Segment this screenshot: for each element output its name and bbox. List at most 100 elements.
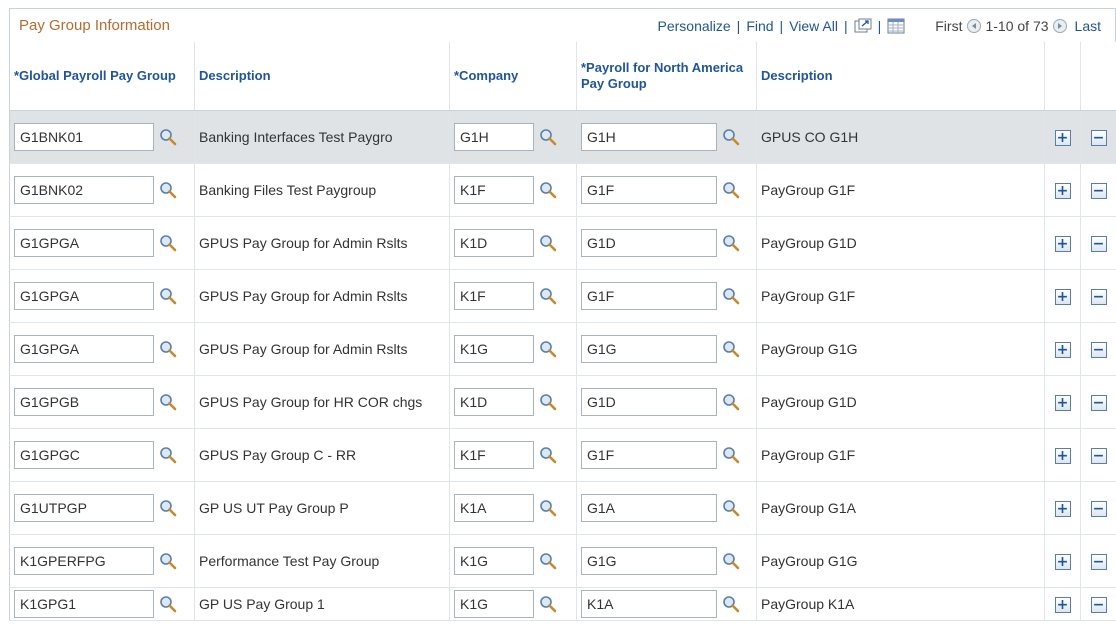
na-pay-group-input[interactable] <box>581 388 717 416</box>
magnifying-glass-icon[interactable] <box>159 392 179 412</box>
magnifying-glass-icon[interactable] <box>722 180 742 200</box>
global-pay-group-input[interactable] <box>14 441 154 469</box>
global-pay-group-input[interactable] <box>14 590 154 618</box>
find-link[interactable]: Find <box>746 18 773 34</box>
company-input[interactable] <box>454 441 534 469</box>
company-input[interactable] <box>454 229 534 257</box>
na-pay-group-input[interactable] <box>581 335 717 363</box>
na-pay-group-input[interactable] <box>581 282 717 310</box>
magnifying-glass-icon[interactable] <box>722 551 742 571</box>
na-pay-group-input[interactable] <box>581 441 717 469</box>
na-pay-group-input[interactable] <box>581 176 717 204</box>
company-input[interactable] <box>454 282 534 310</box>
magnifying-glass-icon[interactable] <box>159 339 179 359</box>
na-pay-group-input[interactable] <box>581 547 717 575</box>
company-input[interactable] <box>454 590 534 618</box>
na-pay-group-input[interactable] <box>581 123 717 151</box>
next-arrow-icon[interactable] <box>1052 18 1067 33</box>
add-row-cell: + <box>1044 534 1081 588</box>
global-pay-group-input[interactable] <box>14 547 154 575</box>
first-link[interactable]: First <box>935 18 962 34</box>
magnifying-glass-icon[interactable] <box>159 551 179 571</box>
magnifying-glass-icon[interactable] <box>539 286 559 306</box>
add-row-button[interactable]: + <box>1054 500 1071 517</box>
description-cell: Banking Interfaces Test Paygro <box>194 110 450 164</box>
add-row-button[interactable]: + <box>1054 288 1071 305</box>
new-window-icon[interactable] <box>854 18 872 34</box>
delete-row-button[interactable]: − <box>1090 182 1107 199</box>
magnifying-glass-icon[interactable] <box>722 233 742 253</box>
delete-row-button[interactable]: − <box>1090 500 1107 517</box>
column-header-description[interactable]: Description <box>194 42 450 111</box>
magnifying-glass-icon[interactable] <box>539 127 559 147</box>
magnifying-glass-icon[interactable] <box>539 551 559 571</box>
magnifying-glass-icon[interactable] <box>539 392 559 412</box>
delete-row-button[interactable]: − <box>1090 447 1107 464</box>
add-row-button[interactable]: + <box>1054 129 1071 146</box>
delete-row-button[interactable]: − <box>1090 288 1107 305</box>
add-row-button[interactable]: + <box>1054 394 1071 411</box>
company-input[interactable] <box>454 494 534 522</box>
magnifying-glass-icon[interactable] <box>722 498 742 518</box>
description-cell: GP US UT Pay Group P <box>194 481 450 535</box>
na-pay-group-input[interactable] <box>581 590 717 618</box>
magnifying-glass-icon[interactable] <box>539 594 559 614</box>
description-text: GPUS Pay Group for Admin Rslts <box>199 287 408 304</box>
global-pay-group-input[interactable] <box>14 494 154 522</box>
last-link[interactable]: Last <box>1075 18 1101 34</box>
magnifying-glass-icon[interactable] <box>159 498 179 518</box>
add-row-button[interactable]: + <box>1054 182 1071 199</box>
previous-arrow-icon[interactable] <box>967 18 982 33</box>
magnifying-glass-icon[interactable] <box>722 286 742 306</box>
add-row-button[interactable]: + <box>1054 341 1071 358</box>
global-pay-group-input[interactable] <box>14 282 154 310</box>
delete-row-button[interactable]: − <box>1090 341 1107 358</box>
na-pay-group-input[interactable] <box>581 229 717 257</box>
delete-row-button[interactable]: − <box>1090 394 1107 411</box>
global-pay-group-input[interactable] <box>14 335 154 363</box>
global-pay-group-input[interactable] <box>14 123 154 151</box>
magnifying-glass-icon[interactable] <box>722 594 742 614</box>
company-input[interactable] <box>454 388 534 416</box>
magnifying-glass-icon[interactable] <box>722 445 742 465</box>
add-row-button[interactable]: + <box>1054 596 1071 613</box>
magnifying-glass-icon[interactable] <box>159 127 179 147</box>
column-header-company[interactable]: *Company <box>449 42 577 111</box>
global-pay-group-input[interactable] <box>14 176 154 204</box>
company-input[interactable] <box>454 335 534 363</box>
delete-row-button[interactable]: − <box>1090 596 1107 613</box>
spreadsheet-icon[interactable] <box>887 18 905 34</box>
magnifying-glass-icon[interactable] <box>539 233 559 253</box>
company-input[interactable] <box>454 123 534 151</box>
view-all-link[interactable]: View All <box>789 18 838 34</box>
magnifying-glass-icon[interactable] <box>159 233 179 253</box>
delete-row-button[interactable]: − <box>1090 553 1107 570</box>
column-header-global-pay-group[interactable]: *Global Payroll Pay Group <box>9 42 195 111</box>
personalize-link[interactable]: Personalize <box>658 18 731 34</box>
magnifying-glass-icon[interactable] <box>722 392 742 412</box>
magnifying-glass-icon[interactable] <box>159 180 179 200</box>
magnifying-glass-icon[interactable] <box>722 339 742 359</box>
magnifying-glass-icon[interactable] <box>539 180 559 200</box>
column-header-na-description[interactable]: Description <box>756 42 1045 111</box>
global-pay-group-input[interactable] <box>14 229 154 257</box>
magnifying-glass-icon[interactable] <box>539 445 559 465</box>
magnifying-glass-icon[interactable] <box>722 127 742 147</box>
magnifying-glass-icon[interactable] <box>159 594 179 614</box>
magnifying-glass-icon[interactable] <box>159 445 179 465</box>
magnifying-glass-icon[interactable] <box>159 286 179 306</box>
delete-row-button[interactable]: − <box>1090 235 1107 252</box>
na-pay-group-input[interactable] <box>581 494 717 522</box>
add-row-button[interactable]: + <box>1054 235 1071 252</box>
na-pay-group-cell <box>576 428 757 482</box>
add-row-button[interactable]: + <box>1054 553 1071 570</box>
delete-row-button[interactable]: − <box>1090 129 1107 146</box>
global-pay-group-cell <box>9 534 195 588</box>
add-row-button[interactable]: + <box>1054 447 1071 464</box>
column-header-na-pay-group[interactable]: *Payroll for North America Pay Group <box>576 42 757 111</box>
magnifying-glass-icon[interactable] <box>539 498 559 518</box>
company-input[interactable] <box>454 547 534 575</box>
global-pay-group-input[interactable] <box>14 388 154 416</box>
magnifying-glass-icon[interactable] <box>539 339 559 359</box>
company-input[interactable] <box>454 176 534 204</box>
